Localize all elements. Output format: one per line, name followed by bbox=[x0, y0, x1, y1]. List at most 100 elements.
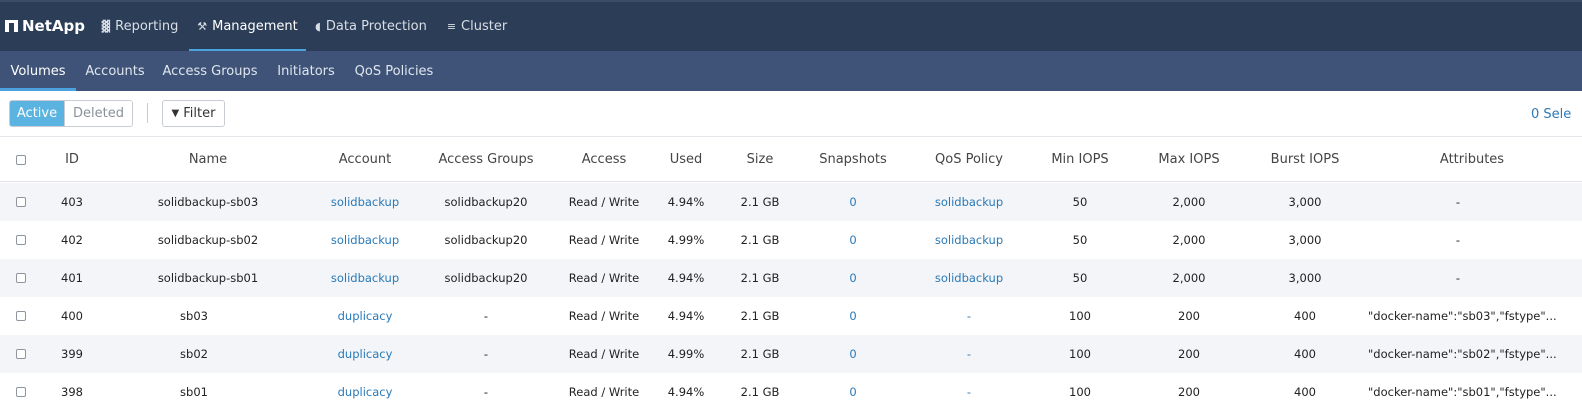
cell-qos-policy-link[interactable]: - bbox=[920, 297, 1018, 335]
cell-size: 2.1 GB bbox=[740, 271, 780, 285]
cell-access-groups: solidbackup20 bbox=[444, 233, 528, 247]
row-checkbox[interactable] bbox=[14, 183, 28, 221]
tab-data-protection[interactable]: ◖ Data Protection bbox=[312, 2, 430, 51]
cell-min-iops: 100 bbox=[1069, 309, 1091, 323]
cell-attributes: "docker-name":"sb01","fstype"... bbox=[1368, 385, 1557, 399]
row-checkbox[interactable] bbox=[14, 297, 28, 335]
cell-snapshots-link[interactable]: 0 bbox=[808, 373, 898, 411]
column-header-used[interactable]: Used bbox=[656, 138, 716, 181]
table-row[interactable]: 402 solidbackup-sb02 solidbackup solidba… bbox=[0, 221, 1582, 259]
netapp-logo[interactable]: NetApp bbox=[5, 16, 85, 36]
subtab-volumes[interactable]: Volumes bbox=[0, 51, 76, 91]
table-row[interactable]: 403 solidbackup-sb03 solidbackup solidba… bbox=[0, 183, 1582, 221]
cell-snapshots-link[interactable]: 0 bbox=[808, 183, 898, 221]
cell-qos-policy-link[interactable]: solidbackup bbox=[920, 221, 1018, 259]
tab-cluster[interactable]: ≡ Cluster bbox=[441, 2, 513, 51]
subtab-access-groups[interactable]: Access Groups bbox=[160, 51, 260, 91]
cell-attributes: - bbox=[1455, 233, 1461, 247]
cell-id: 398 bbox=[61, 385, 83, 399]
cell-access: Read / Write bbox=[568, 309, 640, 323]
table-row[interactable]: 398 sb01 duplicacy - Read / Write 4.94% … bbox=[0, 373, 1582, 411]
cell-max-iops: 200 bbox=[1178, 385, 1200, 399]
cell-account-link[interactable]: solidbackup bbox=[312, 259, 418, 297]
cell-used: 4.94% bbox=[667, 309, 705, 323]
row-checkbox[interactable] bbox=[14, 221, 28, 259]
cell-account-link[interactable]: duplicacy bbox=[312, 373, 418, 411]
column-header-id[interactable]: ID bbox=[42, 138, 102, 181]
cell-access-groups: solidbackup20 bbox=[444, 271, 528, 285]
cell-size: 2.1 GB bbox=[740, 309, 780, 323]
cell-qos-policy-link[interactable]: - bbox=[920, 335, 1018, 373]
cell-qos-policy-link[interactable]: solidbackup bbox=[920, 259, 1018, 297]
cell-snapshots-link[interactable]: 0 bbox=[808, 259, 898, 297]
filter-label: Filter bbox=[183, 106, 216, 121]
cell-burst-iops: 400 bbox=[1294, 347, 1316, 361]
checkbox-box bbox=[16, 273, 26, 283]
column-header-max-iops[interactable]: Max IOPS bbox=[1146, 138, 1232, 181]
cell-attributes: "docker-name":"sb02","fstype"... bbox=[1368, 347, 1557, 361]
subtab-initiators[interactable]: Initiators bbox=[272, 51, 340, 91]
active-deleted-toggle: Active Deleted bbox=[9, 100, 133, 127]
column-header-burst-iops[interactable]: Burst IOPS bbox=[1258, 138, 1352, 181]
column-header-access-groups[interactable]: Access Groups bbox=[430, 138, 542, 181]
subtab-qos-policies[interactable]: QoS Policies bbox=[352, 51, 436, 91]
bar-chart-icon: ▓ bbox=[101, 20, 111, 33]
cell-name: solidbackup-sb02 bbox=[157, 233, 259, 247]
tab-management[interactable]: ⚒ Management bbox=[189, 2, 306, 52]
cell-access-groups: solidbackup20 bbox=[444, 195, 528, 209]
cell-max-iops: 2,000 bbox=[1172, 271, 1206, 285]
column-header-min-iops[interactable]: Min IOPS bbox=[1040, 138, 1120, 181]
table-row[interactable]: 401 solidbackup-sb01 solidbackup solidba… bbox=[0, 259, 1582, 297]
row-checkbox[interactable] bbox=[14, 335, 28, 373]
column-header-name[interactable]: Name bbox=[120, 138, 296, 181]
row-checkbox[interactable] bbox=[14, 373, 28, 411]
toolbar: Active Deleted ▼ Filter 0 Sele bbox=[0, 91, 1582, 137]
cell-qos-policy-link[interactable]: solidbackup bbox=[920, 183, 1018, 221]
cell-max-iops: 200 bbox=[1178, 309, 1200, 323]
cell-id: 402 bbox=[61, 233, 83, 247]
cell-name: sb02 bbox=[180, 347, 208, 361]
cell-name: sb03 bbox=[180, 309, 208, 323]
cell-snapshots-link[interactable]: 0 bbox=[808, 221, 898, 259]
subtab-accounts[interactable]: Accounts bbox=[80, 51, 150, 91]
column-header-snapshots[interactable]: Snapshots bbox=[808, 138, 898, 181]
cell-id: 399 bbox=[61, 347, 83, 361]
cell-max-iops: 200 bbox=[1178, 347, 1200, 361]
cell-used: 4.99% bbox=[667, 347, 705, 361]
column-header-account[interactable]: Account bbox=[312, 138, 418, 181]
filter-button[interactable]: ▼ Filter bbox=[162, 100, 225, 127]
column-header-access[interactable]: Access bbox=[560, 138, 648, 181]
cell-qos-policy-link[interactable]: - bbox=[920, 373, 1018, 411]
column-header-qos-policy[interactable]: QoS Policy bbox=[920, 138, 1018, 181]
active-button[interactable]: Active bbox=[10, 101, 64, 126]
select-all-checkbox[interactable] bbox=[14, 138, 28, 181]
cell-account-link[interactable]: solidbackup bbox=[312, 221, 418, 259]
row-checkbox[interactable] bbox=[14, 259, 28, 297]
column-header-attributes[interactable]: Attributes bbox=[1420, 138, 1524, 181]
cell-size: 2.1 GB bbox=[740, 195, 780, 209]
cell-id: 400 bbox=[61, 309, 83, 323]
cell-attributes: - bbox=[1455, 271, 1461, 285]
cell-max-iops: 2,000 bbox=[1172, 233, 1206, 247]
netapp-logo-icon bbox=[5, 20, 18, 32]
column-header-size[interactable]: Size bbox=[726, 138, 794, 181]
cell-account-link[interactable]: duplicacy bbox=[312, 335, 418, 373]
shield-icon: ◖ bbox=[315, 20, 321, 33]
cell-account-link[interactable]: duplicacy bbox=[312, 297, 418, 335]
checkbox-box bbox=[16, 235, 26, 245]
checkbox-box bbox=[16, 387, 26, 397]
table-row[interactable]: 399 sb02 duplicacy - Read / Write 4.99% … bbox=[0, 335, 1582, 373]
cell-size: 2.1 GB bbox=[740, 233, 780, 247]
cell-name: sb01 bbox=[180, 385, 208, 399]
cell-snapshots-link[interactable]: 0 bbox=[808, 335, 898, 373]
cell-access: Read / Write bbox=[568, 385, 640, 399]
cell-used: 4.99% bbox=[667, 233, 705, 247]
cell-id: 401 bbox=[61, 271, 83, 285]
deleted-button[interactable]: Deleted bbox=[64, 101, 132, 126]
cell-account-link[interactable]: solidbackup bbox=[312, 183, 418, 221]
checkbox-box bbox=[16, 311, 26, 321]
cell-snapshots-link[interactable]: 0 bbox=[808, 297, 898, 335]
table-row[interactable]: 400 sb03 duplicacy - Read / Write 4.94% … bbox=[0, 297, 1582, 335]
tab-reporting[interactable]: ▓ Reporting bbox=[96, 2, 184, 51]
cell-min-iops: 100 bbox=[1069, 347, 1091, 361]
